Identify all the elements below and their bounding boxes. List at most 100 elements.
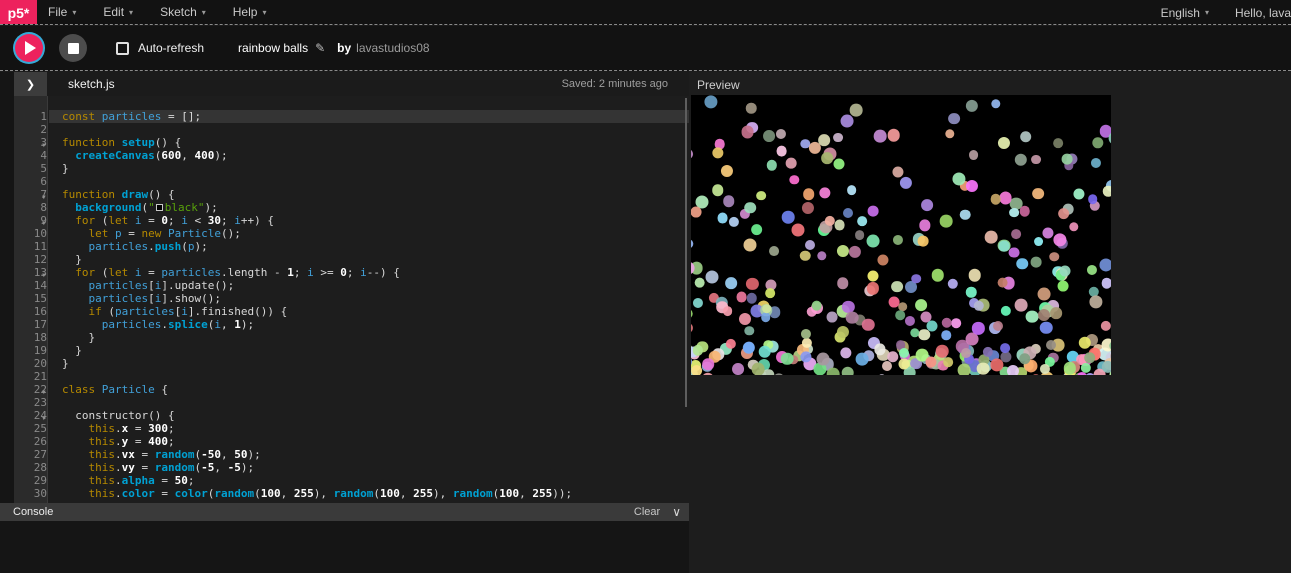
particle-dot [773, 373, 784, 375]
particle-dot [877, 374, 886, 375]
particle-dot [705, 270, 718, 283]
line-number: 2 [14, 123, 49, 136]
code-line[interactable]: 19 } [14, 344, 689, 357]
particle-dot [1069, 222, 1078, 231]
particle-dot [691, 365, 703, 375]
line-number: 12 [14, 253, 49, 266]
line-number: 22▼ [14, 383, 49, 396]
particle-dot [867, 206, 878, 217]
code-line[interactable]: 11 particles.push(p); [14, 240, 689, 253]
auto-refresh-checkbox[interactable] [116, 42, 129, 55]
menu-file[interactable]: File ▾ [48, 5, 76, 19]
particle-dot [776, 129, 786, 139]
code-line[interactable]: 21 [14, 370, 689, 383]
code-line[interactable]: 7▼function draw() { [14, 188, 689, 201]
play-button[interactable] [15, 34, 43, 62]
by-label: by [337, 41, 351, 55]
language-label: English [1161, 6, 1200, 20]
particle-dot [843, 208, 853, 218]
particle-dot [802, 202, 814, 214]
console-header: Console Clear ∨ [0, 503, 689, 521]
code-line[interactable]: 1const particles = []; [14, 110, 689, 123]
left-margin-strip [0, 72, 14, 503]
code-line[interactable]: 14 particles[i].update(); [14, 279, 689, 292]
particle-dot [1006, 365, 1018, 375]
stop-icon [68, 43, 79, 54]
code-line[interactable]: 10 let p = new Particle(); [14, 227, 689, 240]
code-line[interactable]: 8 background("black"); [14, 201, 689, 214]
code-line[interactable]: 17 particles.splice(i, 1); [14, 318, 689, 331]
line-number: 15 [14, 292, 49, 305]
menu-edit[interactable]: Edit ▾ [103, 5, 133, 19]
code-line[interactable]: 29 this.alpha = 50; [14, 474, 689, 487]
editor-scrollbar[interactable] [685, 98, 687, 407]
code-line[interactable]: 20} [14, 357, 689, 370]
particle-dot [940, 215, 953, 228]
p5-logo[interactable]: p5* [0, 0, 37, 25]
saved-status: Saved: 2 minutes ago [562, 78, 668, 90]
color-swatch-icon[interactable] [156, 204, 163, 211]
console-clear-button[interactable]: Clear [634, 506, 660, 518]
particle-dot [721, 165, 733, 177]
particle-dot [743, 342, 755, 354]
particle-dot [941, 318, 952, 329]
particle-dot [702, 373, 714, 375]
particle-dot [723, 306, 733, 316]
code-line[interactable]: 4 createCanvas(600, 400); [14, 149, 689, 162]
particle-dot [691, 239, 693, 248]
line-number: 6 [14, 175, 49, 188]
code-line[interactable]: 5} [14, 162, 689, 175]
particle-dot [712, 185, 724, 197]
menu-help[interactable]: Help ▾ [233, 5, 267, 19]
chevron-down-icon: ▾ [72, 8, 76, 17]
menu-file-label: File [48, 5, 67, 19]
particle-dot [1100, 258, 1111, 271]
code-lines: 1const particles = [];23▼function setup(… [14, 110, 689, 500]
code-line[interactable]: 25 this.x = 300; [14, 422, 689, 435]
line-number: 23 [14, 396, 49, 409]
menu-sketch[interactable]: Sketch ▾ [160, 5, 206, 19]
code-line[interactable]: 9▼ for (let i = 0; i < 30; i++) { [14, 214, 689, 227]
nav-right: English ▾ Hello, lava [1161, 0, 1291, 25]
particle-dot [800, 250, 811, 261]
stop-button[interactable] [59, 34, 87, 62]
particle-dot [803, 188, 815, 200]
account-menu[interactable]: Hello, lava [1235, 6, 1291, 20]
expand-sidebar-button[interactable]: ❯ [14, 72, 47, 96]
particle-dot [792, 224, 805, 237]
code-line[interactable]: 28 this.vy = random(-5, -5); [14, 461, 689, 474]
particle-dot [893, 166, 904, 177]
code-line[interactable]: 23 [14, 396, 689, 409]
code-line[interactable]: 3▼function setup() { [14, 136, 689, 149]
line-number: 20 [14, 357, 49, 370]
edit-title-pencil-icon[interactable]: ✎ [315, 41, 325, 55]
particle-dot [958, 364, 971, 375]
tab-sketch-js[interactable]: sketch.js [68, 77, 115, 91]
sketch-toolbar: Auto-refresh rainbow balls ✎ by lavastud… [0, 26, 1291, 71]
code-line[interactable]: 30 this.color = color(random(100, 255), … [14, 487, 689, 500]
particle-dot [765, 288, 775, 298]
play-icon [25, 41, 36, 55]
code-line[interactable]: 12 } [14, 253, 689, 266]
code-line[interactable]: 13▼ for (let i = particles.length - 1; i… [14, 266, 689, 279]
code-line[interactable]: 27 this.vx = random(-50, 50); [14, 448, 689, 461]
code-line[interactable]: 18 } [14, 331, 689, 344]
particle-dot [1088, 194, 1098, 204]
console-collapse-icon[interactable]: ∨ [672, 505, 681, 519]
code-line[interactable]: 26 this.y = 400; [14, 435, 689, 448]
code-line[interactable]: 16 if (particles[i].finished()) { [14, 305, 689, 318]
code-line[interactable]: 15 particles[i].show(); [14, 292, 689, 305]
author-link[interactable]: lavastudios08 [356, 41, 429, 55]
code-line[interactable]: 6 [14, 175, 689, 188]
code-line[interactable]: 22▼class Particle { [14, 383, 689, 396]
particle-dot [1040, 321, 1053, 334]
particle-dot [746, 103, 757, 114]
language-selector[interactable]: English ▾ [1161, 6, 1209, 20]
greeting-label: Hello, lava [1235, 6, 1291, 20]
particle-dot [905, 316, 915, 326]
code-editor[interactable]: 1const particles = [];23▼function setup(… [14, 96, 689, 503]
code-line[interactable]: 2 [14, 123, 689, 136]
particle-dot [751, 224, 763, 236]
code-line[interactable]: 24▼ constructor() { [14, 409, 689, 422]
top-nav: p5* File ▾ Edit ▾ Sketch ▾ Help ▾ Englis… [0, 0, 1291, 25]
